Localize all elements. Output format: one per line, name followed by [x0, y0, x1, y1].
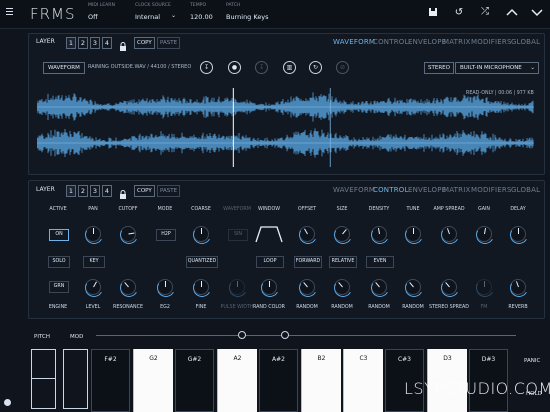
- random-knob-4[interactable]: [402, 276, 426, 300]
- piano-key[interactable]: B2: [301, 349, 341, 412]
- piano-key[interactable]: G2: [133, 349, 173, 412]
- pitch-label: PITCH: [34, 334, 50, 340]
- waveform-sin-button[interactable]: SIN: [228, 229, 248, 241]
- top-label-11: AMP SPREAD: [433, 207, 465, 212]
- fine-knob[interactable]: [190, 276, 214, 300]
- piano-key-label: D#3: [481, 356, 496, 363]
- piano-key-label: A#2: [272, 356, 285, 363]
- piano-key-label: D3: [443, 355, 452, 362]
- resonance-knob[interactable]: [117, 276, 141, 300]
- top-label-6: WINDOW: [258, 207, 280, 212]
- range-slider-handle-left[interactable]: [238, 331, 246, 339]
- gain-knob[interactable]: [473, 223, 497, 247]
- piano-key-label: B2: [317, 355, 326, 362]
- range-slider-handle-right[interactable]: [281, 331, 289, 339]
- coarse-knob[interactable]: [190, 223, 214, 247]
- random-knob-3[interactable]: [368, 276, 392, 300]
- piano-key[interactable]: A2: [217, 349, 257, 412]
- cutoff-knob[interactable]: [117, 223, 141, 247]
- piano-key[interactable]: F#2: [91, 349, 130, 412]
- offset-knob[interactable]: [296, 223, 320, 247]
- piano-key-label: F#2: [104, 356, 117, 363]
- top-label-0: ACTIVE: [49, 207, 67, 212]
- random-knob-1[interactable]: [296, 276, 320, 300]
- quantized-button[interactable]: QUANTIZED: [186, 256, 218, 268]
- loop-button[interactable]: LOOP: [256, 256, 284, 268]
- engine-grn-button[interactable]: GRN: [49, 281, 69, 293]
- bottom-menu-icon[interactable]: [4, 399, 11, 406]
- eg2-knob[interactable]: [154, 276, 178, 300]
- range-slider-track[interactable]: [96, 335, 516, 336]
- density-knob[interactable]: [368, 223, 392, 247]
- piano-key[interactable]: A#2: [259, 349, 298, 412]
- amp-spread-knob[interactable]: [438, 223, 462, 247]
- panic-button[interactable]: PANIC: [524, 358, 540, 364]
- watermark: LSYPSTUDIO.COM: [404, 379, 550, 398]
- bottom-label-13: REVERB: [508, 305, 528, 310]
- mod-label: MOD: [70, 334, 84, 340]
- piano-key-label: C3: [359, 355, 368, 362]
- piano-key-label: C#3: [397, 356, 412, 363]
- piano-key-label: A2: [233, 355, 242, 362]
- top-label-2: CUTOFF: [118, 207, 138, 212]
- mod-wheel[interactable]: [63, 349, 88, 409]
- forward-button[interactable]: FORWARD: [294, 256, 322, 268]
- piano-key[interactable]: C3: [343, 349, 383, 412]
- size-knob[interactable]: [331, 223, 355, 247]
- level-knob[interactable]: [82, 276, 106, 300]
- active-on-button[interactable]: ON: [49, 229, 69, 241]
- tune-knob[interactable]: [402, 223, 426, 247]
- pulse-width-knob[interactable]: [226, 276, 250, 300]
- window-shape-selector[interactable]: [255, 224, 283, 244]
- relative-button[interactable]: RELATIVE: [329, 256, 357, 268]
- top-label-13: DELAY: [510, 207, 526, 212]
- fm-knob[interactable]: [473, 276, 497, 300]
- piano-key-label: G#2: [187, 356, 202, 363]
- rand-color-knob[interactable]: [258, 276, 282, 300]
- top-label-8: SIZE: [336, 207, 348, 212]
- pan-knob[interactable]: [82, 223, 106, 247]
- even-button[interactable]: EVEN: [366, 256, 394, 268]
- piano-key[interactable]: G#2: [175, 349, 214, 412]
- top-label-1: PAN: [88, 207, 98, 212]
- top-label-7: OFFSET: [297, 207, 317, 212]
- mode-h2p-button[interactable]: H2P: [156, 229, 176, 241]
- random-knob-2[interactable]: [331, 276, 355, 300]
- delay-knob[interactable]: [507, 223, 531, 247]
- stereo-spread-knob[interactable]: [438, 276, 462, 300]
- key-button[interactable]: KEY: [83, 256, 105, 268]
- piano-key-label: G2: [149, 355, 158, 362]
- top-label-3: MODE: [157, 207, 173, 212]
- solo-button[interactable]: SOLO: [48, 256, 70, 268]
- top-label-10: TUNE: [406, 207, 420, 212]
- top-label-4: COARSE: [191, 207, 211, 212]
- reverb-knob[interactable]: [507, 276, 531, 300]
- pitch-wheel[interactable]: [31, 349, 56, 409]
